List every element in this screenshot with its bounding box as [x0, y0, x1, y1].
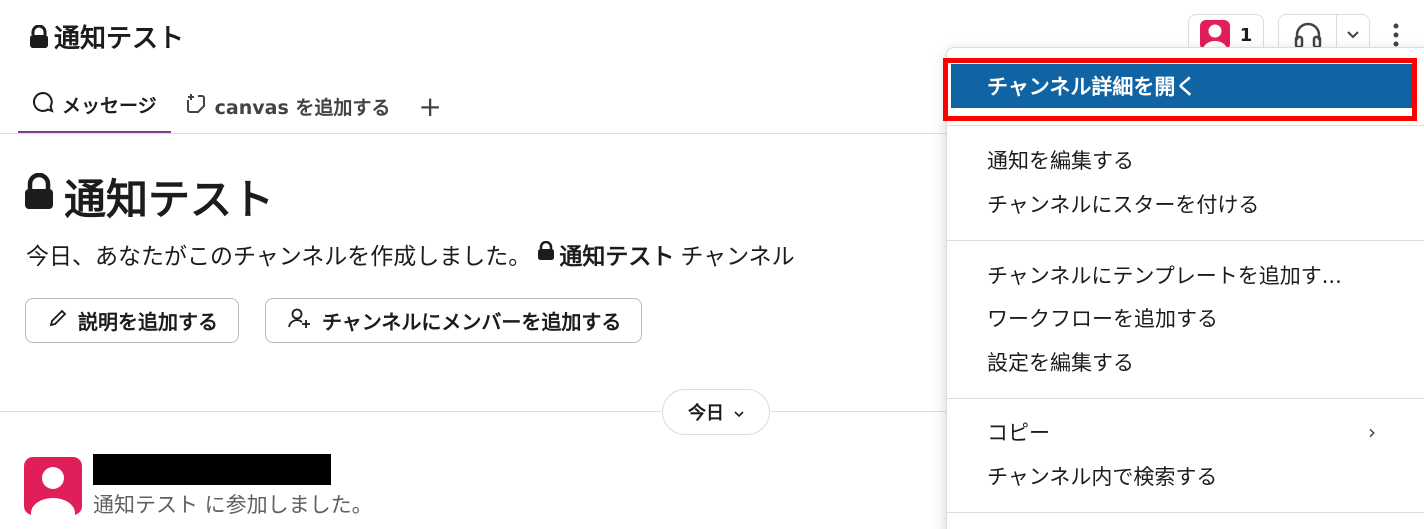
menu-item-copy[interactable]: コピー › [947, 414, 1424, 450]
menu-item-edit-settings[interactable]: 設定を編集する [947, 344, 1424, 380]
channel-name: 通知テスト [54, 24, 185, 54]
channel-intro-description: 今日、あなたがこのチャンネルを作成しました。 通知テスト チャンネル [26, 237, 795, 271]
avatar[interactable] [24, 457, 82, 515]
add-tab-plus-icon[interactable]: + [404, 78, 455, 134]
menu-item-add-workflow[interactable]: ワークフローを追加する [947, 300, 1424, 336]
message-text: 通知テスト に参加しました。 [93, 493, 373, 517]
highlight-annotation-frame [943, 58, 1417, 121]
menu-separator [947, 398, 1424, 399]
lock-icon [28, 24, 50, 49]
chevron-right-icon: › [1368, 420, 1376, 444]
menu-item-add-template[interactable]: チャンネルにテンプレートを追加す... [947, 257, 1424, 293]
date-divider-pill[interactable]: 今日 [662, 389, 770, 435]
channel-mention[interactable]: 通知テスト [537, 237, 674, 271]
channel-intro-title: 通知テスト [22, 166, 274, 227]
lock-icon [537, 240, 555, 267]
canvas-add-icon [185, 93, 207, 120]
add-person-icon [288, 307, 312, 334]
chevron-down-icon[interactable] [1337, 30, 1369, 40]
message-bubble-icon [32, 91, 54, 118]
tab-add-canvas-label: canvas を追加する [214, 96, 391, 119]
chevron-down-icon [734, 402, 744, 423]
tab-messages-label: メッセージ [62, 95, 157, 117]
member-count: 1 [1239, 24, 1253, 46]
intro-actions: 説明を追加する チャンネルにメンバーを追加する [25, 298, 643, 343]
redacted-username [93, 454, 331, 485]
menu-separator [947, 125, 1424, 126]
tab-messages[interactable]: メッセージ [18, 78, 171, 134]
channel-header-title[interactable]: 通知テスト [28, 18, 184, 55]
lock-icon [22, 172, 56, 221]
menu-item-edit-notifications[interactable]: 通知を編集する [947, 142, 1424, 178]
menu-separator [947, 240, 1424, 241]
member-avatar [1199, 20, 1230, 50]
add-members-button[interactable]: チャンネルにメンバーを追加する [265, 298, 643, 343]
channel-tabs: メッセージ canvas を追加する + [18, 78, 456, 134]
tab-add-canvas[interactable]: canvas を追加する [171, 78, 405, 134]
menu-item-search-in-channel[interactable]: チャンネル内で検索する [947, 458, 1424, 494]
add-description-button[interactable]: 説明を追加する [25, 298, 239, 343]
pencil-icon [48, 308, 68, 333]
menu-item-star-channel[interactable]: チャンネルにスターを付ける [947, 186, 1424, 222]
menu-separator [947, 512, 1424, 513]
